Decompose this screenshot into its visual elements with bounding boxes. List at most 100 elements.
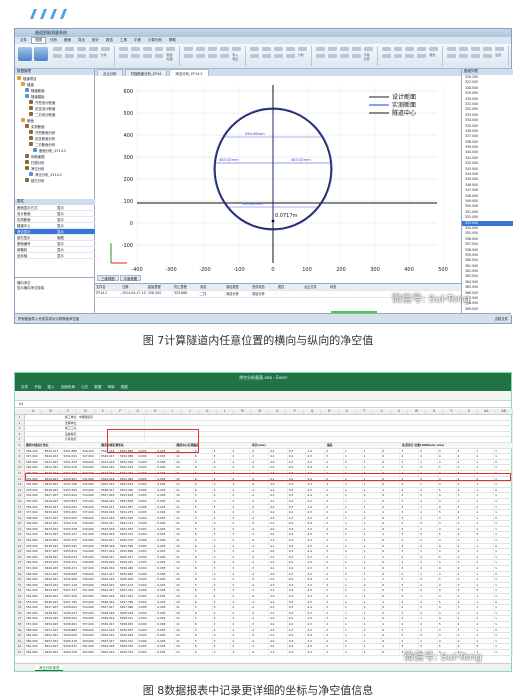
data-cell[interactable]: 340.000 — [25, 526, 44, 532]
ribbon-small-button[interactable] — [297, 47, 307, 51]
data-cell[interactable]: 5 — [194, 504, 213, 510]
data-cell[interactable]: 0.4 — [288, 610, 307, 616]
data-cell[interactable]: 5 — [194, 538, 213, 543]
ribbon-small-button[interactable] — [393, 54, 403, 58]
data-cell[interactable]: 2 — [457, 566, 476, 571]
data-cell[interactable]: 357.000 — [81, 621, 101, 627]
data-cell[interactable]: 1 — [475, 627, 495, 633]
data-cell[interactable]: 6549.923 — [44, 616, 63, 621]
data-cell[interactable]: 1 — [494, 582, 513, 588]
data-cell[interactable]: 5 — [194, 594, 213, 599]
data-cell[interactable]: 2 — [457, 633, 476, 638]
data-cell[interactable]: 1 — [475, 510, 495, 515]
data-cell[interactable]: 6534.919 — [100, 532, 119, 538]
data-cell[interactable]: 3 — [213, 504, 232, 510]
data-cell[interactable]: 1 — [363, 498, 382, 504]
data-cell[interactable]: 2 — [344, 549, 363, 554]
data-cell[interactable]: 332.000 — [81, 482, 101, 487]
data-cell[interactable]: 2 — [419, 493, 438, 498]
data-cell[interactable]: 4.3 — [269, 605, 288, 610]
data-cell[interactable]: 1 — [494, 521, 513, 526]
data-cell[interactable]: 361.000 — [81, 644, 101, 649]
data-cell[interactable]: 0.3 — [288, 560, 307, 566]
data-cell[interactable]: 6550.917 — [100, 621, 119, 627]
data-cell[interactable]: 0.006 — [156, 465, 176, 470]
data-cell[interactable]: 6 — [194, 588, 213, 593]
data-cell[interactable]: 332.000 — [25, 482, 44, 487]
data-cell[interactable]: 1 — [475, 610, 495, 616]
ribbon-small-button[interactable] — [154, 47, 164, 51]
data-cell[interactable]: -3 — [250, 465, 269, 470]
station-item[interactable]: 369.000 — [462, 307, 513, 312]
data-cell[interactable]: 2 — [344, 459, 363, 465]
data-cell[interactable]: 5454.495 — [119, 515, 138, 521]
data-cell[interactable]: 0.005 — [138, 644, 157, 649]
data-cell[interactable]: 1 — [344, 577, 363, 582]
data-cell[interactable]: 352.000 — [25, 594, 44, 599]
data-cell[interactable]: 3 — [231, 515, 251, 521]
menu-item[interactable]: 报告 — [103, 38, 116, 43]
data-cell[interactable]: 10 — [175, 493, 194, 498]
data-cell[interactable]: 1 — [344, 538, 363, 543]
data-cell[interactable]: 2 — [419, 465, 438, 470]
data-cell[interactable]: 4 — [438, 616, 457, 621]
data-cell[interactable]: 0.3 — [288, 549, 307, 554]
data-cell[interactable]: 5457.561 — [119, 594, 138, 599]
data-cell[interactable]: 1 — [344, 627, 363, 633]
data-cell[interactable]: 1 — [382, 577, 401, 582]
data-cell[interactable]: 6 — [194, 554, 213, 560]
data-cell[interactable]: 0.005 — [156, 594, 176, 599]
data-cell[interactable]: 4.0 — [269, 571, 288, 577]
data-cell[interactable]: 6528.923 — [44, 498, 63, 504]
data-cell[interactable]: 3 — [325, 599, 345, 605]
ribbon-small-button[interactable] — [184, 47, 194, 51]
data-cell[interactable]: 351.000 — [25, 588, 44, 593]
data-cell[interactable]: 0 — [382, 521, 401, 526]
data-cell[interactable]: 339.000 — [81, 521, 101, 526]
data-cell[interactable]: 6543.919 — [100, 582, 119, 588]
data-cell[interactable]: 2 — [457, 577, 476, 582]
ribbon-small-button[interactable] — [417, 54, 427, 58]
data-cell[interactable]: 3 — [400, 515, 420, 521]
data-cell[interactable]: 1 — [363, 621, 382, 627]
data-cell[interactable]: 2 — [419, 448, 438, 454]
data-cell[interactable]: 6522.923 — [44, 465, 63, 470]
data-cell[interactable]: 350.000 — [81, 582, 101, 588]
data-cell[interactable]: 2 — [419, 582, 438, 588]
data-cell[interactable]: 0.3 — [288, 582, 307, 588]
data-cell[interactable]: 5459.532 — [119, 644, 138, 649]
data-cell[interactable]: 335.000 — [25, 498, 44, 504]
ribbon-small-button[interactable] — [64, 47, 74, 51]
data-cell[interactable]: 6521.918 — [100, 459, 119, 465]
data-cell[interactable]: 1 — [475, 454, 495, 459]
data-cell[interactable]: 3 — [400, 482, 420, 487]
data-cell[interactable]: 352.000 — [81, 594, 101, 599]
data-cell[interactable]: 5456.471 — [63, 566, 82, 571]
data-cell[interactable]: 6526.917 — [100, 487, 119, 493]
data-cell[interactable]: 6534.923 — [44, 532, 63, 538]
data-cell[interactable]: 0.4 — [288, 633, 307, 638]
data-cell[interactable]: 329.000 — [81, 465, 101, 470]
data-cell[interactable]: 4 — [438, 549, 457, 554]
ribbon-small-button[interactable] — [220, 54, 230, 58]
data-cell[interactable]: -4 — [250, 649, 269, 655]
data-cell[interactable]: 6538.917 — [100, 554, 119, 560]
data-cell[interactable]: 4 — [438, 521, 457, 526]
data-cell[interactable]: -3 — [250, 599, 269, 605]
data-cell[interactable]: 0.006 — [138, 538, 157, 543]
data-cell[interactable]: 11 — [175, 588, 194, 593]
data-cell[interactable]: 4 — [213, 526, 232, 532]
data-cell[interactable]: 10 — [175, 594, 194, 599]
data-cell[interactable]: 2 — [344, 504, 363, 510]
data-cell[interactable]: 5453.181 — [119, 482, 138, 487]
data-cell[interactable]: 6542.918 — [100, 577, 119, 582]
data-cell[interactable]: 4.5 — [306, 543, 326, 549]
data-cell[interactable]: 6545.923 — [44, 594, 63, 599]
ribbon-small-button[interactable] — [118, 47, 128, 51]
data-cell[interactable]: 0.005 — [156, 515, 176, 521]
data-cell[interactable]: 1 — [494, 526, 513, 532]
excel-menu-item[interactable]: 数据 — [94, 385, 101, 390]
data-cell[interactable]: 6536.918 — [100, 543, 119, 549]
data-cell[interactable]: 6 — [194, 465, 213, 470]
ribbon-small-button[interactable] — [274, 47, 283, 51]
